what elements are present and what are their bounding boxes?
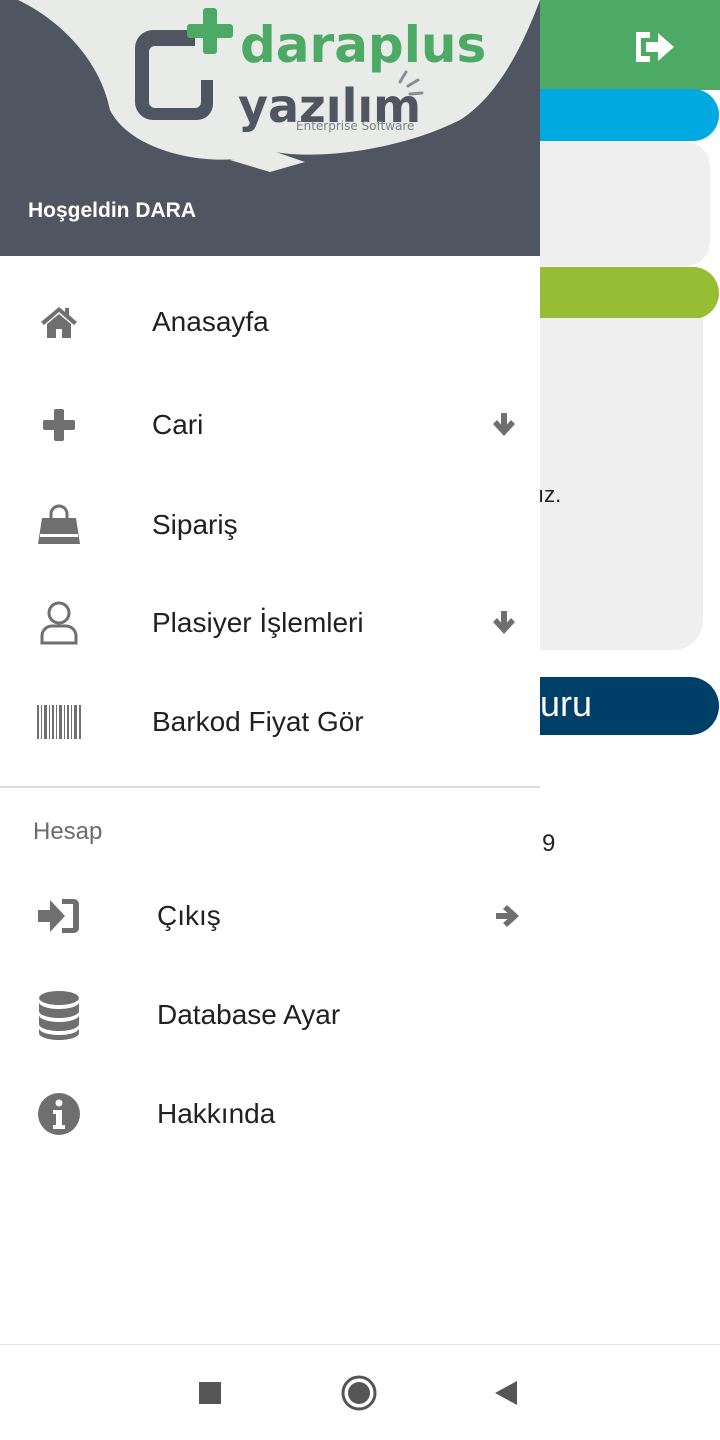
barcode-icon — [34, 700, 84, 744]
circle-icon — [341, 1375, 377, 1411]
recents-button[interactable] — [188, 1371, 232, 1415]
navy-button-label: uru — [540, 683, 593, 724]
shopping-bag-icon — [34, 503, 84, 547]
database-icon — [34, 991, 84, 1040]
square-icon — [199, 1382, 221, 1404]
menu-item-cikis[interactable]: Çıkış — [0, 868, 540, 964]
menu-item-label: Sipariş — [152, 509, 238, 540]
system-navigation-bar — [0, 1344, 720, 1440]
back-button[interactable] — [484, 1371, 528, 1415]
menu-item-siparis[interactable]: Sipariş — [0, 477, 540, 573]
home-button[interactable] — [337, 1371, 381, 1415]
menu-item-label: Barkod Fiyat Gör — [152, 706, 364, 737]
info-icon — [34, 1092, 84, 1136]
svg-text:daraplus: daraplus — [240, 16, 486, 74]
arrow-down-icon[interactable] — [488, 609, 520, 637]
menu-item-hakkinda[interactable]: Hakkında — [0, 1066, 540, 1162]
message-card-text: ız. — [538, 482, 562, 507]
menu-item-label: Cari — [152, 409, 204, 440]
home-icon — [34, 300, 84, 344]
drawer-header: daraplus yazılım Enterprise Software Hoş… — [0, 0, 540, 256]
menu-item-barkod-fiyat-gor[interactable]: Barkod Fiyat Gör — [0, 674, 540, 770]
logout-button[interactable] — [630, 26, 680, 68]
user-icon — [34, 601, 84, 645]
svg-text:Enterprise Software: Enterprise Software — [296, 119, 414, 133]
back-triangle-icon — [495, 1381, 517, 1405]
green-banner — [520, 267, 719, 319]
menu-item-label: Hakkında — [157, 1098, 276, 1129]
background-number: 9 — [542, 830, 556, 857]
menu-item-plasiyer-islemleri[interactable]: Plasiyer İşlemleri — [0, 575, 540, 671]
menu-item-label: Database Ayar — [157, 999, 341, 1030]
sign-out-icon — [636, 32, 674, 62]
section-title-hesap: Hesap — [33, 818, 103, 845]
blue-banner — [520, 89, 719, 141]
info-card — [520, 142, 710, 266]
menu-item-cari[interactable]: Cari — [0, 377, 540, 473]
arrow-right-icon[interactable] — [494, 902, 526, 930]
menu-item-label: Anasayfa — [152, 306, 269, 337]
menu-item-database-ayar[interactable]: Database Ayar — [0, 967, 540, 1063]
menu-divider — [0, 786, 540, 788]
menu-item-anasayfa[interactable]: Anasayfa — [0, 274, 540, 370]
menu-item-label: Plasiyer İşlemleri — [152, 607, 364, 638]
navigation-drawer: daraplus yazılım Enterprise Software Hoş… — [0, 0, 540, 1344]
arrow-down-icon[interactable] — [488, 411, 520, 439]
sign-in-icon — [34, 894, 84, 938]
welcome-text: Hoşgeldin DARA — [28, 199, 196, 222]
plus-icon — [34, 403, 84, 447]
menu-item-label: Çıkış — [157, 900, 221, 931]
